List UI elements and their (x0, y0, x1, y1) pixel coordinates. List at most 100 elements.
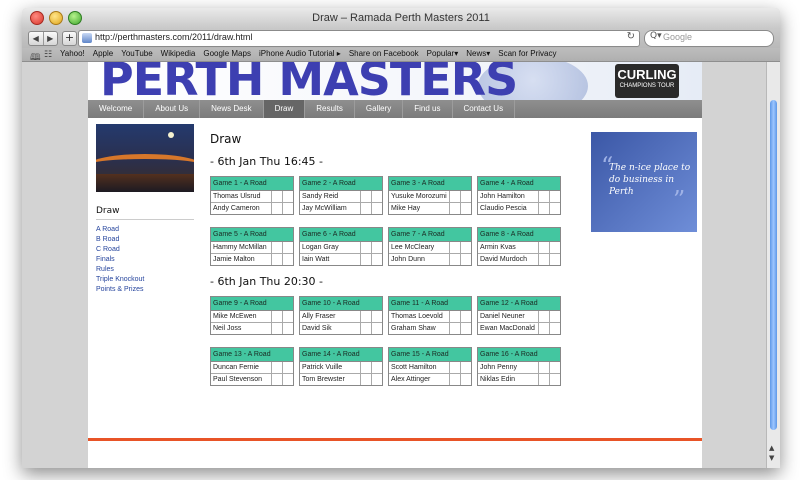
bookmark-item[interactable]: Yahoo! (60, 49, 85, 58)
team-name: Scott Hamilton (389, 362, 450, 373)
team-name: Ally Fraser (300, 311, 361, 322)
score-cell (550, 374, 560, 385)
game-header: Game 9 - A Road (211, 297, 293, 311)
sidebar-link[interactable]: Triple Knockout (96, 275, 194, 285)
team-name: Paul Stevenson (211, 374, 272, 385)
game-table: Game 4 - A Road John Hamilton Claudio Pesc… (477, 176, 561, 215)
bridge-photo (96, 124, 194, 192)
nav-item-welcome[interactable]: Welcome (88, 100, 145, 118)
bookmark-item[interactable]: iPhone Audio Tutorial ▸ (259, 49, 341, 58)
team-row: Claudio Pescia (478, 203, 560, 214)
game-header: Game 8 - A Road (478, 228, 560, 242)
team-name: John Dunn (389, 254, 450, 265)
nav-item-news-desk[interactable]: News Desk (200, 100, 264, 118)
bookmark-item[interactable]: Share on Facebook (349, 49, 419, 58)
team-name: Niklas Edin (478, 374, 539, 385)
nav-item-about-us[interactable]: About Us (144, 100, 201, 118)
back-button[interactable]: ◀ (29, 32, 44, 45)
title-bar: Draw – Ramada Perth Masters 2011 (22, 8, 780, 28)
sidebar-link[interactable]: C Road (96, 245, 194, 255)
moon-shape (168, 132, 174, 138)
main-nav: Welcome About Us News Desk Draw Results Galle… (88, 100, 702, 118)
team-row: Alex Attinger (389, 374, 471, 385)
url-text[interactable]: http://perthmasters.com/2011/draw.html (95, 32, 252, 42)
grid-icon[interactable]: ☷ (44, 50, 52, 60)
scrollbar-thumb[interactable] (770, 100, 777, 430)
scroll-up-icon[interactable]: ▲ (769, 444, 774, 452)
sidebar-link[interactable]: Rules (96, 265, 194, 275)
score-cell (272, 242, 283, 253)
search-icon[interactable]: Q▾ (650, 31, 662, 41)
team-row: Logan Gray (300, 242, 382, 254)
team-row: John Dunn (389, 254, 471, 265)
bookmark-item[interactable]: Scan for Privacy (498, 49, 556, 58)
bookmark-item[interactable]: Google Maps (203, 49, 251, 58)
sidebar-link[interactable]: B Road (96, 235, 194, 245)
score-cell (450, 323, 461, 334)
team-row: John Hamilton (478, 191, 560, 203)
team-name: Mike Hay (389, 203, 450, 214)
sidebar-link[interactable]: Finals (96, 255, 194, 265)
page-title: Draw (210, 132, 242, 146)
game-table: Game 12 - A Road Daniel Neuner Ewan MacDon… (477, 296, 561, 335)
team-name: Iain Watt (300, 254, 361, 265)
vertical-scrollbar[interactable]: ▲ ▼ (766, 62, 780, 468)
team-row: Lee McCleary (389, 242, 471, 254)
nav-item-results[interactable]: Results (305, 100, 355, 118)
score-cell (372, 374, 382, 385)
nav-item-contact-us[interactable]: Contact Us (453, 100, 516, 118)
address-bar[interactable]: http://perthmasters.com/2011/draw.html ↻ (78, 30, 640, 47)
score-cell (272, 362, 283, 373)
team-row: Daniel Neuner (478, 311, 560, 323)
team-row: Mike McEwen (211, 311, 293, 323)
score-cell (272, 374, 283, 385)
score-cell (539, 242, 550, 253)
team-name: Thomas Ulsrud (211, 191, 272, 202)
game-table: Game 5 - A Road Hammy McMillan Jamie Malto… (210, 227, 294, 266)
team-name: David Murdoch (478, 254, 539, 265)
close-quote-icon: ” (673, 186, 686, 214)
score-cell (450, 362, 461, 373)
nav-item-find-us[interactable]: Find us (403, 100, 453, 118)
team-name: Neil Joss (211, 323, 272, 334)
score-cell (461, 242, 471, 253)
search-field[interactable]: Q▾ Google (644, 30, 774, 47)
scroll-down-icon[interactable]: ▼ (769, 454, 774, 462)
bookmark-item[interactable]: Popular▾ (427, 49, 459, 58)
nav-item-draw[interactable]: Draw (263, 100, 306, 118)
game-table: Game 16 - A Road John Penny Niklas Edin (477, 347, 561, 386)
score-cell (272, 254, 283, 265)
bookmark-item[interactable]: Apple (93, 49, 113, 58)
game-header: Game 14 - A Road (300, 348, 382, 362)
score-cell (283, 374, 293, 385)
team-row: Neil Joss (211, 323, 293, 334)
sidebar-link[interactable]: Points & Prizes (96, 285, 194, 295)
team-name: Sandy Reid (300, 191, 361, 202)
score-cell (461, 191, 471, 202)
add-bookmark-button[interactable]: + (62, 31, 77, 46)
bookmark-item[interactable]: Wikipedia (161, 49, 196, 58)
sidebar-title: Draw (96, 206, 194, 220)
bookmark-item[interactable]: News▾ (466, 49, 490, 58)
score-cell (272, 323, 283, 334)
team-row: Thomas Loevold (389, 311, 471, 323)
forward-button[interactable]: ▶ (44, 32, 58, 45)
score-cell (283, 254, 293, 265)
score-cell (372, 242, 382, 253)
score-cell (539, 374, 550, 385)
score-cell (539, 323, 550, 334)
main-content: Draw - 6th Jan Thu 16:45 - Game 1 - A Roa… (210, 132, 570, 386)
team-name: Graham Shaw (389, 323, 450, 334)
score-cell (372, 311, 382, 322)
sidebar-link[interactable]: A Road (96, 225, 194, 235)
bookmark-item[interactable]: YouTube (121, 49, 152, 58)
nav-item-gallery[interactable]: Gallery (355, 100, 404, 118)
sidebar-links: A Road B Road C Road Finals Rules Triple Knoc… (96, 225, 194, 295)
team-row: Mike Hay (389, 203, 471, 214)
reload-icon[interactable]: ↻ (627, 31, 635, 42)
nav-buttons: ◀ ▶ (28, 31, 58, 46)
score-cell (272, 191, 283, 202)
score-cell (361, 362, 372, 373)
game-table: Game 11 - A Road Thomas Loevold Graham Sha… (388, 296, 472, 335)
footer-line (88, 438, 702, 441)
